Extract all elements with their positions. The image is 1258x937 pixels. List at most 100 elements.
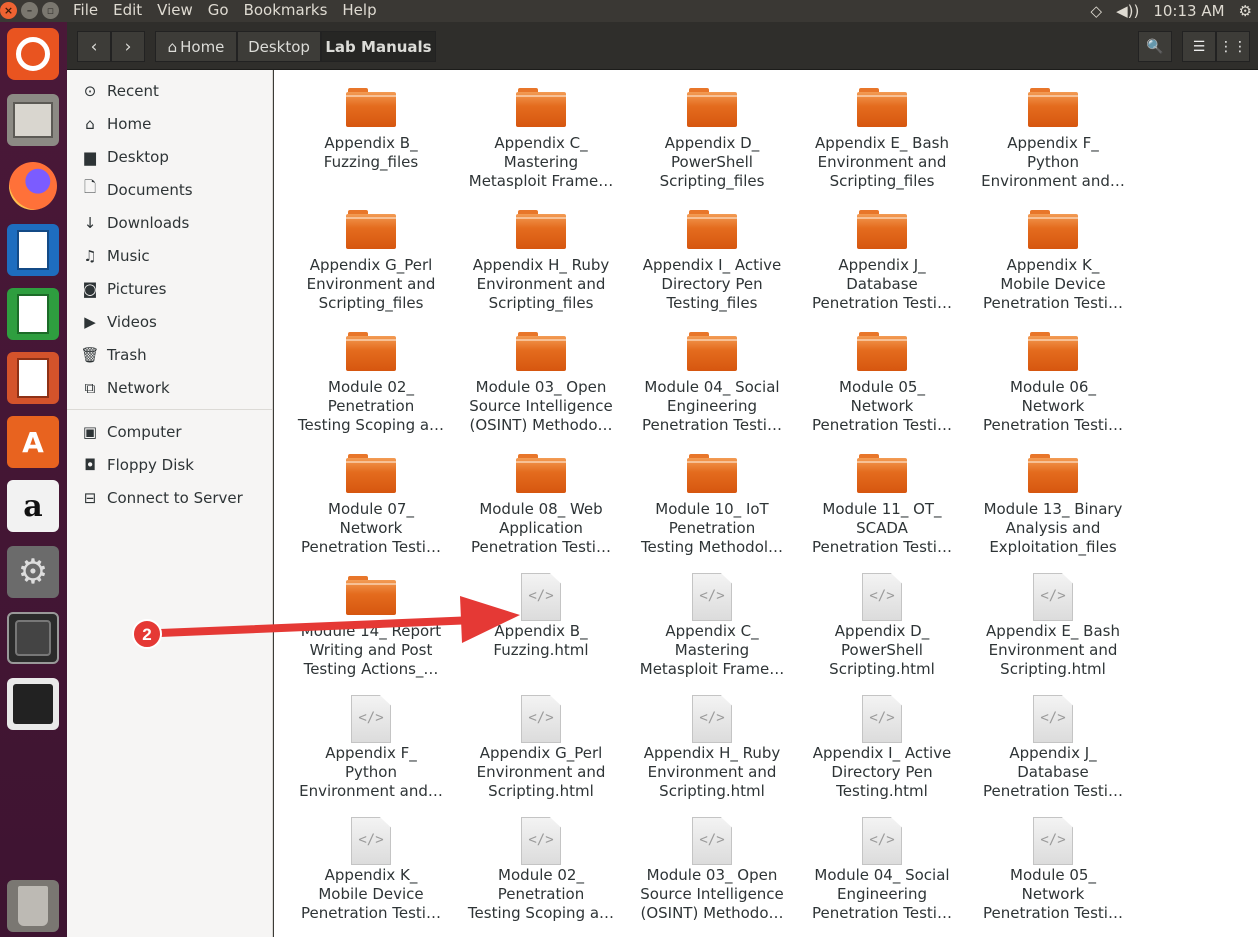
forward-button[interactable]: › (111, 31, 145, 62)
folder-item[interactable]: Appendix B_ Fuzzing_files (286, 85, 456, 172)
folder-item[interactable]: Appendix E_ Bash Environment and Scripti… (797, 85, 967, 191)
folder-item[interactable]: Module 08_ Web Application Penetration T… (456, 451, 626, 557)
folder-item[interactable]: Appendix I_ Active Directory Pen Testing… (627, 207, 797, 313)
folder-item[interactable]: Appendix C_ Mastering Metasploit Frame… (456, 85, 626, 191)
folder-item[interactable]: Module 02_ Penetration Testing Scoping a… (286, 329, 456, 435)
sidebar-item-pictures[interactable]: ◙ Pictures (67, 272, 272, 305)
html-file-item[interactable]: </> Appendix C_ Mastering Metasploit Fram… (627, 573, 797, 679)
sidebar-item-trash[interactable]: 🗑 Trash (67, 338, 272, 371)
launcher: A a ⚙ (0, 22, 67, 937)
firefox-icon[interactable] (7, 160, 59, 212)
maximize-window-button[interactable]: ▫ (42, 2, 59, 19)
folder-item[interactable]: Module 05_ Network Penetration Testi… (797, 329, 967, 435)
sidebar-item-documents[interactable]: 🗋 Documents (67, 173, 272, 206)
file-name: Module 06_ Network Penetration Testi… (983, 378, 1123, 434)
sidebar-item-label: Videos (107, 312, 157, 331)
html-file-item[interactable]: </> Appendix J_ Database Penetration Test… (968, 695, 1138, 801)
folder-item[interactable]: Module 04_ Social Engineering Penetratio… (627, 329, 797, 435)
html-file-icon: </> (1033, 695, 1073, 743)
home-icon: ⌂ (85, 114, 95, 133)
sidebar-item-home[interactable]: ⌂ Home (67, 107, 272, 140)
libreoffice-impress-icon[interactable] (7, 352, 59, 404)
folder-item[interactable]: Appendix J_ Database Penetration Testi… (797, 207, 967, 313)
safe-icon[interactable] (7, 612, 59, 664)
grid-icon: ⋮⋮ (1219, 38, 1247, 55)
libreoffice-writer-icon[interactable] (7, 224, 59, 276)
menu-view[interactable]: View (157, 0, 200, 20)
folder-item[interactable]: Appendix F_ Python Environment and… (968, 85, 1138, 191)
close-window-button[interactable]: × (0, 2, 17, 19)
html-file-item[interactable]: </> Appendix E_ Bash Environment and Scri… (968, 573, 1138, 679)
breadcrumb-desktop[interactable]: Desktop (237, 31, 321, 62)
sidebar-item-floppy-disk[interactable]: ◘ Floppy Disk (67, 448, 272, 481)
clock[interactable]: 10:13 AM (1153, 2, 1224, 20)
html-file-item[interactable]: </> Appendix H_ Ruby Environment and Scri… (627, 695, 797, 801)
html-file-item[interactable]: </> Module 05_ Network Penetration Testi… (968, 817, 1138, 923)
folder-item[interactable]: Module 07_ Network Penetration Testi… (286, 451, 456, 557)
sidebar-item-computer[interactable]: ▣ Computer (67, 415, 272, 448)
html-file-item[interactable]: </> Appendix I_ Active Directory Pen Test… (797, 695, 967, 801)
file-name: Appendix K_ Mobile Device Penetration Te… (301, 866, 441, 922)
folder-item[interactable]: Module 03_ Open Source Intelligence (OSI… (456, 329, 626, 435)
camera-icon: ◙ (82, 279, 98, 298)
breadcrumb-home[interactable]: ⌂ Home (155, 31, 237, 62)
html-file-icon: </> (862, 817, 902, 865)
ubuntu-dash-icon[interactable] (7, 28, 59, 80)
html-file-item[interactable]: </> Appendix F_ Python Environment and… (286, 695, 456, 801)
file-name: Appendix C_ Mastering Metasploit Frame… (639, 622, 785, 678)
folder-item[interactable]: Module 10_ IoT Penetration Testing Metho… (627, 451, 797, 557)
sidebar-item-label: Desktop (107, 147, 169, 166)
download-icon: ↓ (83, 213, 97, 232)
wifi-icon[interactable]: ◇ (1091, 2, 1103, 20)
html-file-item[interactable]: </> Module 04_ Social Engineering Penetra… (797, 817, 967, 923)
sidebar-item-music[interactable]: ♫ Music (67, 239, 272, 272)
menu-bookmarks[interactable]: Bookmarks (244, 0, 335, 20)
folder-item[interactable]: Module 14_ Report Writing and Post Testi… (286, 573, 456, 679)
file-name: Appendix H_ Ruby Environment and Scripti… (472, 256, 610, 312)
view-options-button[interactable]: ⋮⋮ (1216, 31, 1250, 62)
amazon-icon[interactable]: a (7, 480, 59, 532)
file-name: Appendix D_ PowerShell Scripting_files (659, 134, 765, 190)
sidebar-item-recent[interactable]: ⊙ Recent (67, 74, 272, 107)
html-file-item[interactable]: </> Appendix B_ Fuzzing.html (456, 573, 626, 660)
html-file-item[interactable]: </> Module 02_ Penetration Testing Scopin… (456, 817, 626, 923)
sidebar-item-videos[interactable]: ▶ Videos (67, 305, 272, 338)
menu-edit[interactable]: Edit (113, 0, 149, 20)
floppy-disk-icon[interactable] (7, 678, 59, 730)
clock-icon: ⊙ (83, 81, 97, 100)
file-name: Appendix K_ Mobile Device Penetration Te… (983, 256, 1123, 312)
file-name: Appendix D_ PowerShell Scripting.html (829, 622, 935, 678)
breadcrumb-lab-manuals[interactable]: Lab Manuals (321, 31, 436, 62)
back-button[interactable]: ‹ (77, 31, 111, 62)
sidebar-item-connect-to-server[interactable]: ⊟ Connect to Server (67, 481, 272, 514)
libreoffice-calc-icon[interactable] (7, 288, 59, 340)
search-button[interactable]: 🔍 (1138, 31, 1172, 62)
folder-item[interactable]: Appendix G_Perl Environment and Scriptin… (286, 207, 456, 313)
sidebar-item-network[interactable]: ⧉ Network (67, 371, 272, 404)
files-icon[interactable] (7, 94, 59, 146)
ubuntu-software-icon[interactable]: A (7, 416, 59, 468)
trash-icon[interactable] (7, 880, 59, 932)
folder-item[interactable]: Appendix K_ Mobile Device Penetration Te… (968, 207, 1138, 313)
menu-help[interactable]: Help (342, 0, 383, 20)
sidebar-item-downloads[interactable]: ↓ Downloads (67, 206, 272, 239)
menu-go[interactable]: Go (208, 0, 236, 20)
html-file-icon: </> (521, 573, 561, 621)
html-file-item[interactable]: </> Module 03_ Open Source Intelligence (… (627, 817, 797, 923)
html-file-item[interactable]: </> Appendix D_ PowerShell Scripting.html (797, 573, 967, 679)
folder-item[interactable]: Module 06_ Network Penetration Testi… (968, 329, 1138, 435)
folder-item[interactable]: Module 13_ Binary Analysis and Exploitat… (968, 451, 1138, 557)
minimize-window-button[interactable]: – (21, 2, 38, 19)
html-file-item[interactable]: </> Appendix K_ Mobile Device Penetration… (286, 817, 456, 923)
sidebar-item-desktop[interactable]: ▆ Desktop (67, 140, 272, 173)
system-settings-icon[interactable]: ⚙ (7, 546, 59, 598)
floppy-icon: ◘ (84, 455, 96, 474)
html-file-item[interactable]: </> Appendix G_Perl Environment and Scrip… (456, 695, 626, 801)
folder-item[interactable]: Appendix H_ Ruby Environment and Scripti… (456, 207, 626, 313)
settings-gear-icon[interactable]: ⚙ (1239, 2, 1252, 20)
volume-icon[interactable]: ◀)) (1116, 2, 1139, 20)
folder-item[interactable]: Appendix D_ PowerShell Scripting_files (627, 85, 797, 191)
list-view-button[interactable]: ☰ (1182, 31, 1216, 62)
folder-item[interactable]: Module 11_ OT_ SCADA Penetration Testi… (797, 451, 967, 557)
menu-file[interactable]: File (73, 0, 105, 20)
